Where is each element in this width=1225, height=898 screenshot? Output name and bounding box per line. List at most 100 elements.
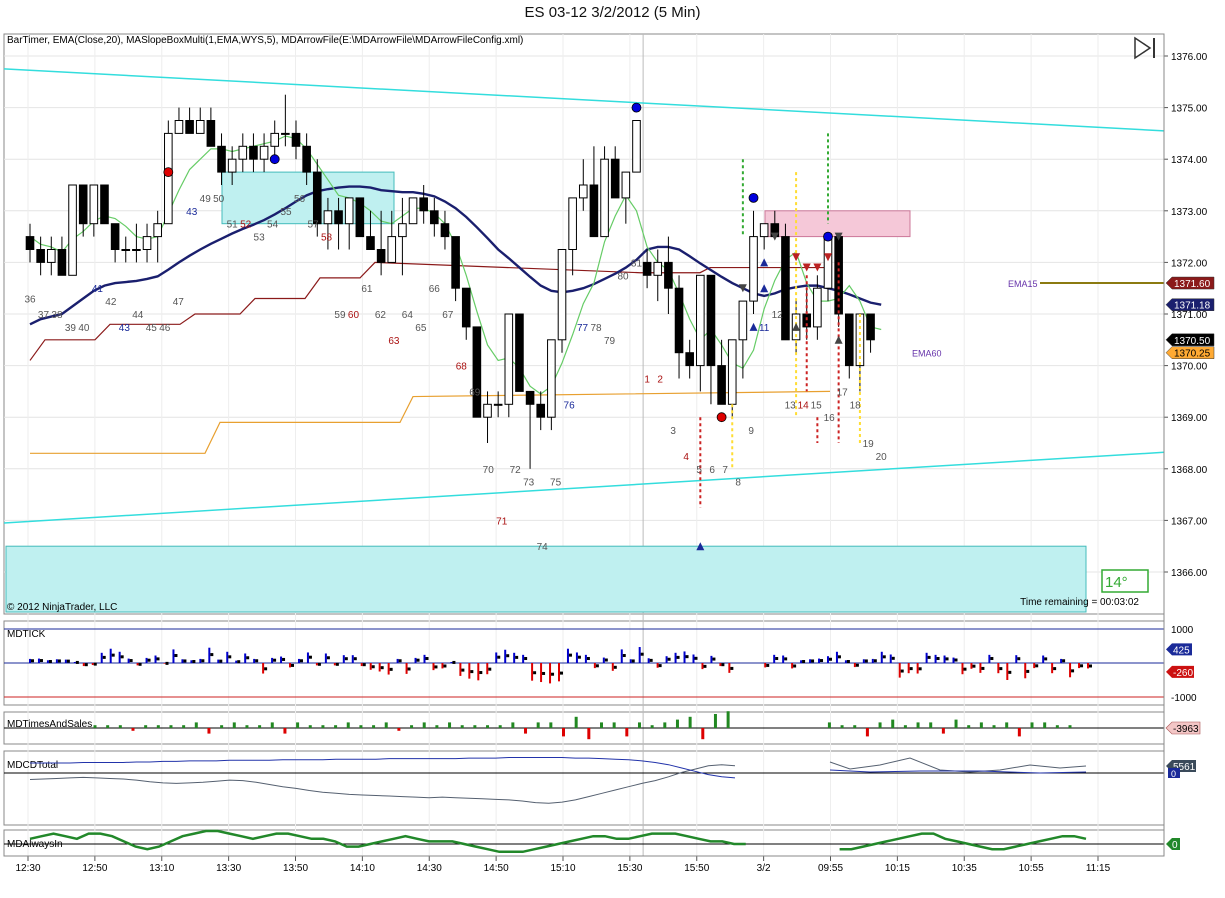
bar-count-label: 53 [254,233,266,244]
candle-body [100,184,109,225]
current-price-tag-text: 1370.50 [1174,336,1211,347]
time-axis-label: 10:35 [952,863,977,874]
mdtick-close-dot [488,667,492,671]
bar-count-label: 15 [811,400,823,411]
candle-body [195,120,205,134]
chart-canvas[interactable]: 3637 3839 404142434445 46474349 5051 52535455… [0,0,1225,898]
bar-count-label: 74 [537,542,549,553]
candle-body [813,287,822,328]
time-remaining-text: Time remaining = 00:03:02 [1020,597,1139,608]
candle-body [664,261,673,289]
mdtick-close-dot [66,659,70,663]
mdtick-close-dot [165,661,169,665]
mdtick-close-dot [425,657,429,661]
mdtick-close-dot [138,662,142,666]
candle-body [653,261,663,276]
bar-count-label: 52 [240,220,252,231]
mdtick-close-dot [111,653,115,657]
mdtick-close-dot [667,657,671,661]
candle-body [823,236,833,289]
mdtick-close-dot [497,655,501,659]
bar-count-label: 14 [798,400,810,411]
mdtick-close-dot [891,656,895,660]
bar-count-label: 2 [657,375,663,386]
candle-body [174,120,184,134]
price-axis-label: 1375.00 [1171,104,1208,115]
price-axis-label: 1368.00 [1171,465,1208,476]
bar-count-label: 73 [523,478,535,489]
candle-body [738,300,748,341]
mdtick-close-dot [703,664,707,668]
mdtick-close-dot [255,659,259,663]
mdtick-close-dot [416,658,420,662]
bar-count-label: 5 [696,465,702,476]
candle-body [217,145,226,173]
mdtick-close-dot [1044,657,1048,661]
bar-count-label: 58 [321,233,333,244]
candle-body [547,339,556,418]
candle-body [387,236,397,263]
mdtick-close-dot [811,659,815,663]
candle-body [493,403,503,406]
mdtick-close-dot [730,666,734,670]
bar-count-label: 55 [281,207,293,218]
bar-count-label: 43 [119,323,131,334]
mdcdtotal-zero-tag-text: 0 [1171,769,1176,779]
candle-body [472,326,482,418]
mdtick-close-dot [846,660,850,664]
bar-count-label: 56 [294,194,306,205]
mdtick-close-dot [936,657,940,661]
bar-count-label: 20 [876,452,888,463]
mdtick-close-dot [793,664,797,668]
bar-count-label: 66 [429,284,441,295]
mdtick-close-dot [694,656,698,660]
mdtick-close-dot [84,663,88,667]
bar-count-label: 80 [617,271,629,282]
time-axis-label: 14:50 [484,863,509,874]
mdtick-close-dot [308,655,312,659]
mdtick-close-dot [1062,659,1066,663]
mdtick-close-dot [1080,664,1084,668]
mdtick-value-tag-text: -260 [1173,668,1193,679]
mdtick-close-dot [120,655,124,659]
bar-count-label: 51 [227,220,239,231]
candle-body [366,236,375,251]
candle-body [504,313,514,405]
candle-body [419,197,428,212]
mdtick-close-dot [864,659,868,663]
candle-body [621,171,631,199]
bar-count-label: 57 [307,220,319,231]
bar-count-label: 36 [24,295,36,306]
price-axis-label: 1370.00 [1171,362,1208,373]
time-axis-label: 10:55 [1019,863,1044,874]
mdtick-close-dot [766,663,770,667]
mdtick-close-dot [622,654,626,658]
candle-body [536,403,546,418]
mdtick-close-dot [658,664,662,668]
mdtick-axis-label: 1000 [1171,625,1194,636]
mdtick-close-dot [273,658,277,662]
bar-count-label: 63 [388,336,400,347]
candle-body [25,236,35,251]
candle-body [153,223,162,238]
mdtick-close-dot [560,671,563,675]
mdtick-close-dot [353,657,357,661]
price-axis-label: 1372.00 [1171,258,1208,269]
candle-body [844,313,854,367]
mdtick-close-dot [1089,664,1092,668]
mdtick-close-dot [299,659,303,663]
candle-body [376,249,386,263]
current-price-tag-text: 1371.18 [1174,301,1211,312]
mdtick-close-dot [201,659,205,663]
mdtick-close-dot [631,659,635,663]
mdtick-close-dot [990,657,994,661]
candle-body [642,261,652,276]
price-axis-label: 1374.00 [1171,155,1208,166]
bar-count-label: 71 [496,516,508,527]
time-axis-label: 13:10 [149,863,174,874]
blue-signal-dot [269,154,280,165]
mdtick-close-dot [927,655,931,659]
mdtick-close-dot [291,663,295,667]
mdtick-close-dot [1053,667,1057,671]
mdtick-close-dot [407,667,411,671]
